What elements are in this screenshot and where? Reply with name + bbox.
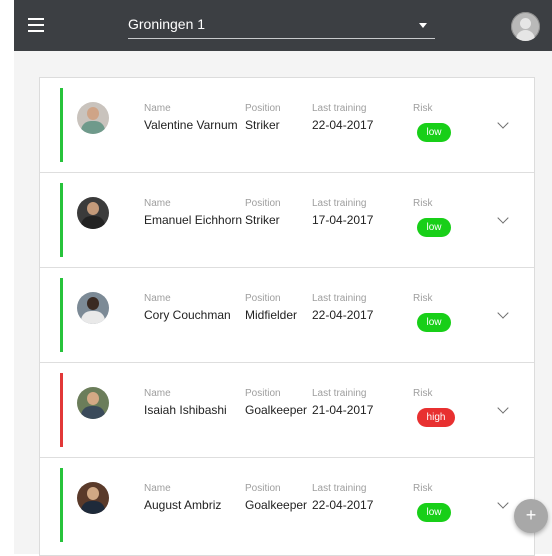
name-label: Name xyxy=(144,293,171,304)
team-selector[interactable]: Groningen 1 xyxy=(128,10,435,39)
menu-icon[interactable] xyxy=(28,18,44,32)
player-position: Striker xyxy=(245,213,280,227)
last-training-label: Last training xyxy=(312,483,367,494)
position-label: Position xyxy=(245,198,281,209)
player-position: Midfielder xyxy=(245,308,298,322)
player-position: Goalkeeper xyxy=(245,403,308,417)
risk-label: Risk xyxy=(413,293,433,304)
position-label: Position xyxy=(245,483,281,494)
player-name: Cory Couchman xyxy=(144,308,231,322)
risk-badge: low xyxy=(417,123,451,142)
player-name: Isaiah Ishibashi xyxy=(144,403,227,417)
last-training-label: Last training xyxy=(312,198,367,209)
chevron-down-icon[interactable] xyxy=(497,307,509,319)
risk-badge: high xyxy=(417,408,455,427)
name-label: Name xyxy=(144,388,171,399)
status-indicator-bar xyxy=(60,468,63,542)
position-label: Position xyxy=(245,103,281,114)
last-training-label: Last training xyxy=(312,103,367,114)
player-name: Emanuel Eichhorn xyxy=(144,213,243,227)
status-indicator-bar xyxy=(60,278,63,352)
player-row[interactable]: Name August Ambriz Position Goalkeeper L… xyxy=(40,458,534,552)
player-last-training: 17-04-2017 xyxy=(312,213,374,227)
add-player-button[interactable]: + xyxy=(514,499,548,533)
last-training-label: Last training xyxy=(312,388,367,399)
risk-label: Risk xyxy=(413,388,433,399)
last-training-label: Last training xyxy=(312,293,367,304)
status-indicator-bar xyxy=(60,88,63,162)
chevron-down-icon[interactable] xyxy=(497,117,509,129)
player-avatar xyxy=(77,102,109,134)
risk-label: Risk xyxy=(413,103,433,114)
name-label: Name xyxy=(144,483,171,494)
player-avatar xyxy=(77,482,109,514)
position-label: Position xyxy=(245,293,281,304)
status-indicator-bar xyxy=(60,373,63,447)
player-last-training: 22-04-2017 xyxy=(312,308,374,322)
chevron-down-icon[interactable] xyxy=(497,402,509,414)
player-row[interactable]: Name Valentine Varnum Position Striker L… xyxy=(40,78,534,173)
name-label: Name xyxy=(144,198,171,209)
team-selector-value: Groningen 1 xyxy=(128,16,206,32)
position-label: Position xyxy=(245,388,281,399)
risk-label: Risk xyxy=(413,198,433,209)
player-position: Goalkeeper xyxy=(245,498,308,512)
player-last-training: 21-04-2017 xyxy=(312,403,374,417)
chevron-down-icon[interactable] xyxy=(497,212,509,224)
player-list-card: Name Valentine Varnum Position Striker L… xyxy=(39,77,535,556)
user-avatar-icon[interactable] xyxy=(511,12,540,41)
player-name: Valentine Varnum xyxy=(144,118,238,132)
status-indicator-bar xyxy=(60,183,63,257)
player-row[interactable]: Name Emanuel Eichhorn Position Striker L… xyxy=(40,173,534,268)
risk-badge: low xyxy=(417,218,451,237)
risk-label: Risk xyxy=(413,483,433,494)
risk-badge: low xyxy=(417,313,451,332)
player-name: August Ambriz xyxy=(144,498,222,512)
player-avatar xyxy=(77,292,109,324)
player-last-training: 22-04-2017 xyxy=(312,118,374,132)
top-app-bar: Groningen 1 xyxy=(14,0,552,51)
name-label: Name xyxy=(144,103,171,114)
chevron-down-icon[interactable] xyxy=(497,497,509,509)
player-row[interactable]: Name Isaiah Ishibashi Position Goalkeepe… xyxy=(40,363,534,458)
player-avatar xyxy=(77,387,109,419)
player-avatar xyxy=(77,197,109,229)
risk-badge: low xyxy=(417,503,451,522)
player-last-training: 22-04-2017 xyxy=(312,498,374,512)
player-position: Striker xyxy=(245,118,280,132)
player-row[interactable]: Name Cory Couchman Position Midfielder L… xyxy=(40,268,534,363)
dropdown-arrow-icon xyxy=(419,23,427,28)
